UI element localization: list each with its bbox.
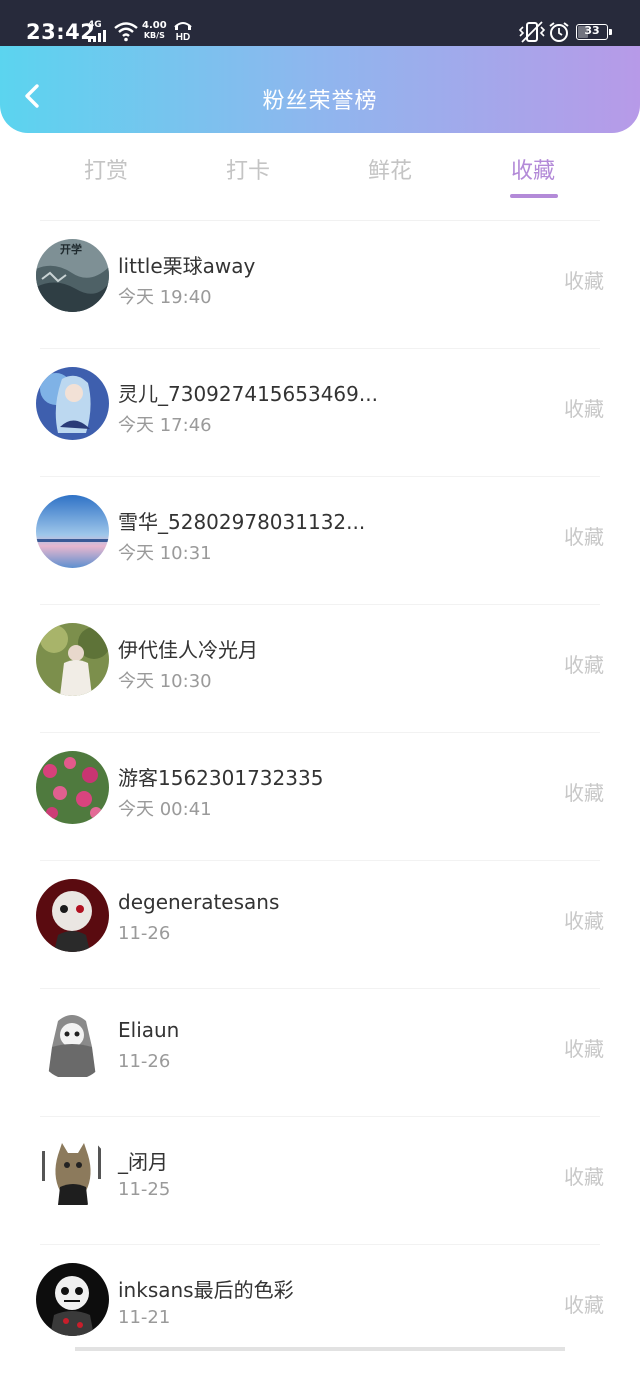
wifi-icon bbox=[114, 22, 138, 42]
list-item[interactable]: inksans最后的色彩 11-21 收藏 bbox=[0, 1245, 640, 1373]
user-time: 11-21 bbox=[118, 1307, 171, 1328]
list-item[interactable]: 伊代佳人冷光月 今天 10:30 收藏 bbox=[0, 605, 640, 733]
user-name: little栗球away bbox=[118, 254, 256, 278]
tab-favorites[interactable]: 收藏 bbox=[483, 153, 583, 185]
network-speed: 4.00 KB/S bbox=[142, 21, 167, 41]
list-item[interactable]: degeneratesans 11-26 收藏 bbox=[0, 861, 640, 989]
action-label: 收藏 bbox=[564, 1293, 604, 1317]
action-label: 收藏 bbox=[564, 909, 604, 933]
network-type: 4G bbox=[88, 20, 102, 30]
signal-icon bbox=[88, 30, 108, 42]
avatar-badge-text: 开学 bbox=[60, 242, 82, 256]
page-title: 粉丝荣誉榜 bbox=[262, 89, 378, 114]
avatar[interactable] bbox=[36, 879, 109, 952]
header: 粉丝荣誉榜 bbox=[0, 46, 640, 133]
tab-bar: 打赏 打卡 鲜花 收藏 bbox=[0, 133, 640, 221]
user-name: inksans最后的色彩 bbox=[118, 1278, 294, 1302]
hd-call-icon: HD bbox=[174, 22, 192, 42]
action-label: 收藏 bbox=[564, 269, 604, 293]
hd-label: HD bbox=[176, 32, 190, 42]
user-time: 今天 00:41 bbox=[118, 799, 212, 820]
user-time: 11-26 bbox=[118, 1051, 171, 1072]
user-name: 雪华_52802978031132... bbox=[118, 510, 366, 534]
speed-unit: KB/S bbox=[143, 31, 165, 40]
avatar[interactable] bbox=[36, 1263, 109, 1336]
action-label: 收藏 bbox=[564, 1037, 604, 1061]
tab-tips[interactable]: 打赏 bbox=[56, 153, 156, 185]
avatar[interactable] bbox=[36, 367, 109, 440]
user-name: Eliaun bbox=[118, 1018, 180, 1042]
user-time: 今天 10:31 bbox=[118, 543, 212, 564]
user-time: 今天 17:46 bbox=[118, 415, 212, 436]
speed-value: 4.00 bbox=[142, 20, 167, 31]
battery-icon: 33 bbox=[576, 24, 608, 40]
tab-flowers[interactable]: 鲜花 bbox=[340, 153, 440, 185]
status-time: 23:42 bbox=[26, 20, 96, 44]
list-item[interactable]: Eliaun 11-26 收藏 bbox=[0, 989, 640, 1117]
list-item[interactable]: _闭月 11-25 收藏 bbox=[0, 1117, 640, 1245]
user-time: 11-25 bbox=[118, 1179, 171, 1200]
user-name: 灵儿_730927415653469... bbox=[118, 382, 378, 406]
tab-checkin[interactable]: 打卡 bbox=[198, 153, 298, 185]
action-label: 收藏 bbox=[564, 525, 604, 549]
list-item[interactable]: 雪华_52802978031132... 今天 10:31 收藏 bbox=[0, 477, 640, 605]
active-tab-indicator bbox=[510, 194, 558, 198]
user-name: 游客1562301732335 bbox=[118, 766, 324, 790]
action-label: 收藏 bbox=[564, 781, 604, 805]
user-time: 今天 10:30 bbox=[118, 671, 212, 692]
user-time: 11-26 bbox=[118, 923, 171, 944]
user-name: degeneratesans bbox=[118, 890, 280, 914]
action-label: 收藏 bbox=[564, 1165, 604, 1189]
list-item[interactable]: 开学 little栗球away 今天 19:40 收藏 bbox=[0, 221, 640, 349]
scroll-indicator bbox=[75, 1347, 565, 1351]
list-item[interactable]: 灵儿_730927415653469... 今天 17:46 收藏 bbox=[0, 349, 640, 477]
action-label: 收藏 bbox=[564, 653, 604, 677]
status-bar: 23:42 4G 4.00 KB/S HD 33 bbox=[0, 0, 640, 46]
avatar[interactable] bbox=[36, 495, 109, 568]
user-name: 伊代佳人冷光月 bbox=[118, 638, 258, 662]
action-label: 收藏 bbox=[564, 397, 604, 421]
avatar[interactable] bbox=[36, 1007, 109, 1080]
avatar[interactable]: 开学 bbox=[36, 239, 109, 312]
avatar[interactable] bbox=[36, 623, 109, 696]
vibrate-icon bbox=[518, 21, 546, 43]
list-item[interactable]: 游客1562301732335 今天 00:41 收藏 bbox=[0, 733, 640, 861]
user-time: 今天 19:40 bbox=[118, 287, 212, 308]
battery-level: 33 bbox=[584, 24, 600, 37]
user-name: _闭月 bbox=[118, 1150, 168, 1174]
alarm-icon bbox=[549, 22, 569, 42]
avatar[interactable] bbox=[36, 751, 109, 824]
avatar[interactable] bbox=[36, 1135, 109, 1208]
battery-tip bbox=[609, 29, 612, 35]
